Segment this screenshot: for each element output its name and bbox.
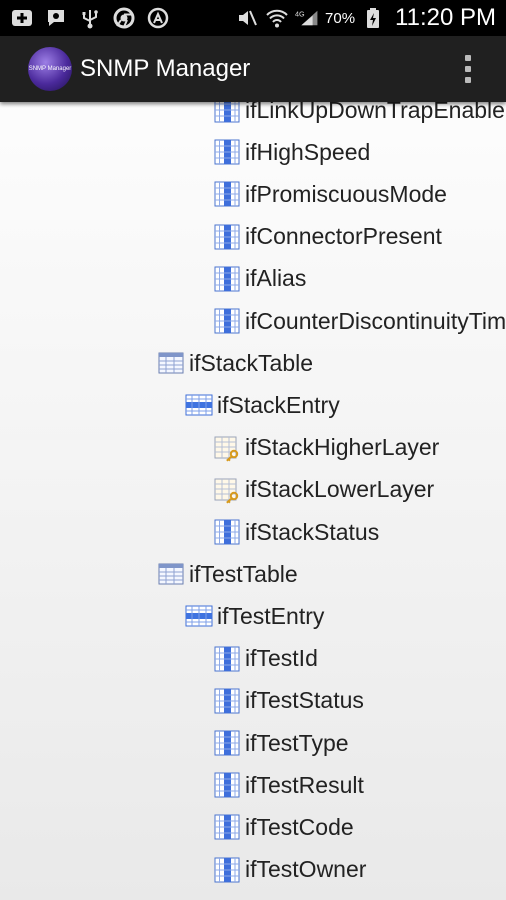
tree-node[interactable]: ifStackLowerLayer: [213, 469, 434, 511]
tree-node[interactable]: ifRcvAddressTable: [157, 891, 379, 900]
index-key-icon: [213, 476, 241, 504]
app-icon: [146, 6, 170, 30]
mib-tree: ifLinkUpDownTrapEnable ifHighSpeed ifPromi…: [0, 102, 506, 900]
tree-node-label: ifStackLowerLayer: [245, 476, 435, 503]
chat-icon: [44, 6, 68, 30]
tree-node-label: ifAlias: [245, 265, 307, 292]
tree-node[interactable]: ifCounterDiscontinuityTime: [213, 300, 506, 342]
tree-node-label: ifTestCode: [245, 813, 354, 840]
tree-node-label: ifStackStatus: [245, 518, 380, 545]
status-bar: 4G 70% 11:20 PM: [0, 0, 506, 36]
column-icon: [213, 138, 241, 166]
tree-node-label: ifTestId: [245, 645, 318, 672]
tree-node[interactable]: ifStackStatus: [213, 511, 379, 553]
column-icon: [213, 307, 241, 335]
tree-node-label: ifTestResult: [245, 771, 364, 798]
chrome-icon: [112, 6, 136, 30]
tree-node-label: ifStackTable: [189, 349, 314, 376]
tree-node[interactable]: ifTestCode: [213, 806, 354, 848]
add-box-icon: [10, 6, 34, 30]
column-icon: [213, 223, 241, 251]
tree-node[interactable]: ifTestId: [213, 638, 318, 680]
status-left-icons: [10, 6, 170, 30]
tree-node-label: ifTestOwner: [245, 856, 367, 883]
app-title: SNMP Manager: [80, 55, 251, 82]
table-icon: [157, 349, 185, 377]
app-logo[interactable]: SNMP Manager: [28, 47, 72, 91]
status-right-icons: 4G 70% 11:20 PM: [235, 4, 496, 32]
tree-node[interactable]: ifTestType: [213, 722, 349, 764]
tree-node-label: ifStackHigherLayer: [245, 434, 440, 461]
tree-node-label: ifStackEntry: [217, 391, 340, 418]
4g-signal-icon: 4G: [295, 6, 319, 30]
battery-percent: 70%: [325, 9, 356, 27]
tree-node-label: ifTestType: [245, 729, 349, 756]
svg-text:4G: 4G: [295, 9, 305, 18]
action-bar: SNMP Manager SNMP Manager: [0, 36, 506, 102]
column-icon: [213, 687, 241, 715]
column-icon: [213, 813, 241, 841]
tree-node[interactable]: ifTestOwner: [213, 849, 366, 891]
tree-node[interactable]: ifStackTable: [157, 342, 313, 384]
usb-icon: [78, 6, 102, 30]
column-icon: [213, 856, 241, 884]
tree-node[interactable]: ifStackHigherLayer: [213, 427, 439, 469]
app-logo-text: SNMP Manager: [28, 66, 72, 72]
column-icon: [213, 265, 241, 293]
tree-node[interactable]: ifConnectorPresent: [213, 216, 442, 258]
column-icon: [213, 771, 241, 799]
tree-node[interactable]: ifTestResult: [213, 764, 364, 806]
overflow-menu-icon[interactable]: [448, 36, 488, 102]
tree-node[interactable]: ifPromiscuousMode: [213, 173, 447, 215]
tree-node-label: ifTestTable: [189, 560, 298, 587]
tree-node-label: ifTestStatus: [245, 687, 364, 714]
clock: 11:20 PM: [395, 4, 496, 31]
tree-node[interactable]: ifHighSpeed: [213, 131, 370, 173]
column-icon: [213, 729, 241, 757]
tree-node-label: ifConnectorPresent: [245, 223, 442, 250]
battery-icon: [361, 6, 385, 30]
entry-icon: [185, 602, 213, 630]
index-key-icon: [213, 434, 241, 462]
tree-node[interactable]: ifTestTable: [157, 553, 298, 595]
tree-node-label: ifTestEntry: [217, 602, 325, 629]
tree-node-label: ifPromiscuousMode: [245, 180, 447, 207]
table-icon: [157, 560, 185, 588]
column-icon: [213, 645, 241, 673]
tree-node[interactable]: ifStackEntry: [185, 384, 340, 426]
tree-node[interactable]: ifLinkUpDownTrapEnable: [213, 102, 505, 131]
column-icon: [213, 102, 241, 124]
entry-icon: [185, 391, 213, 419]
column-icon: [213, 180, 241, 208]
wifi-icon: [265, 6, 289, 30]
tree-node[interactable]: ifAlias: [213, 258, 306, 300]
column-icon: [213, 518, 241, 546]
tree-node-label: ifLinkUpDownTrapEnable: [245, 102, 505, 123]
mute-icon: [235, 6, 259, 30]
tree-node-label: ifHighSpeed: [245, 138, 371, 165]
tree-node-label: ifCounterDiscontinuityTime: [245, 307, 506, 334]
tree-node[interactable]: ifTestStatus: [213, 680, 364, 722]
tree-node[interactable]: ifTestEntry: [185, 595, 324, 637]
